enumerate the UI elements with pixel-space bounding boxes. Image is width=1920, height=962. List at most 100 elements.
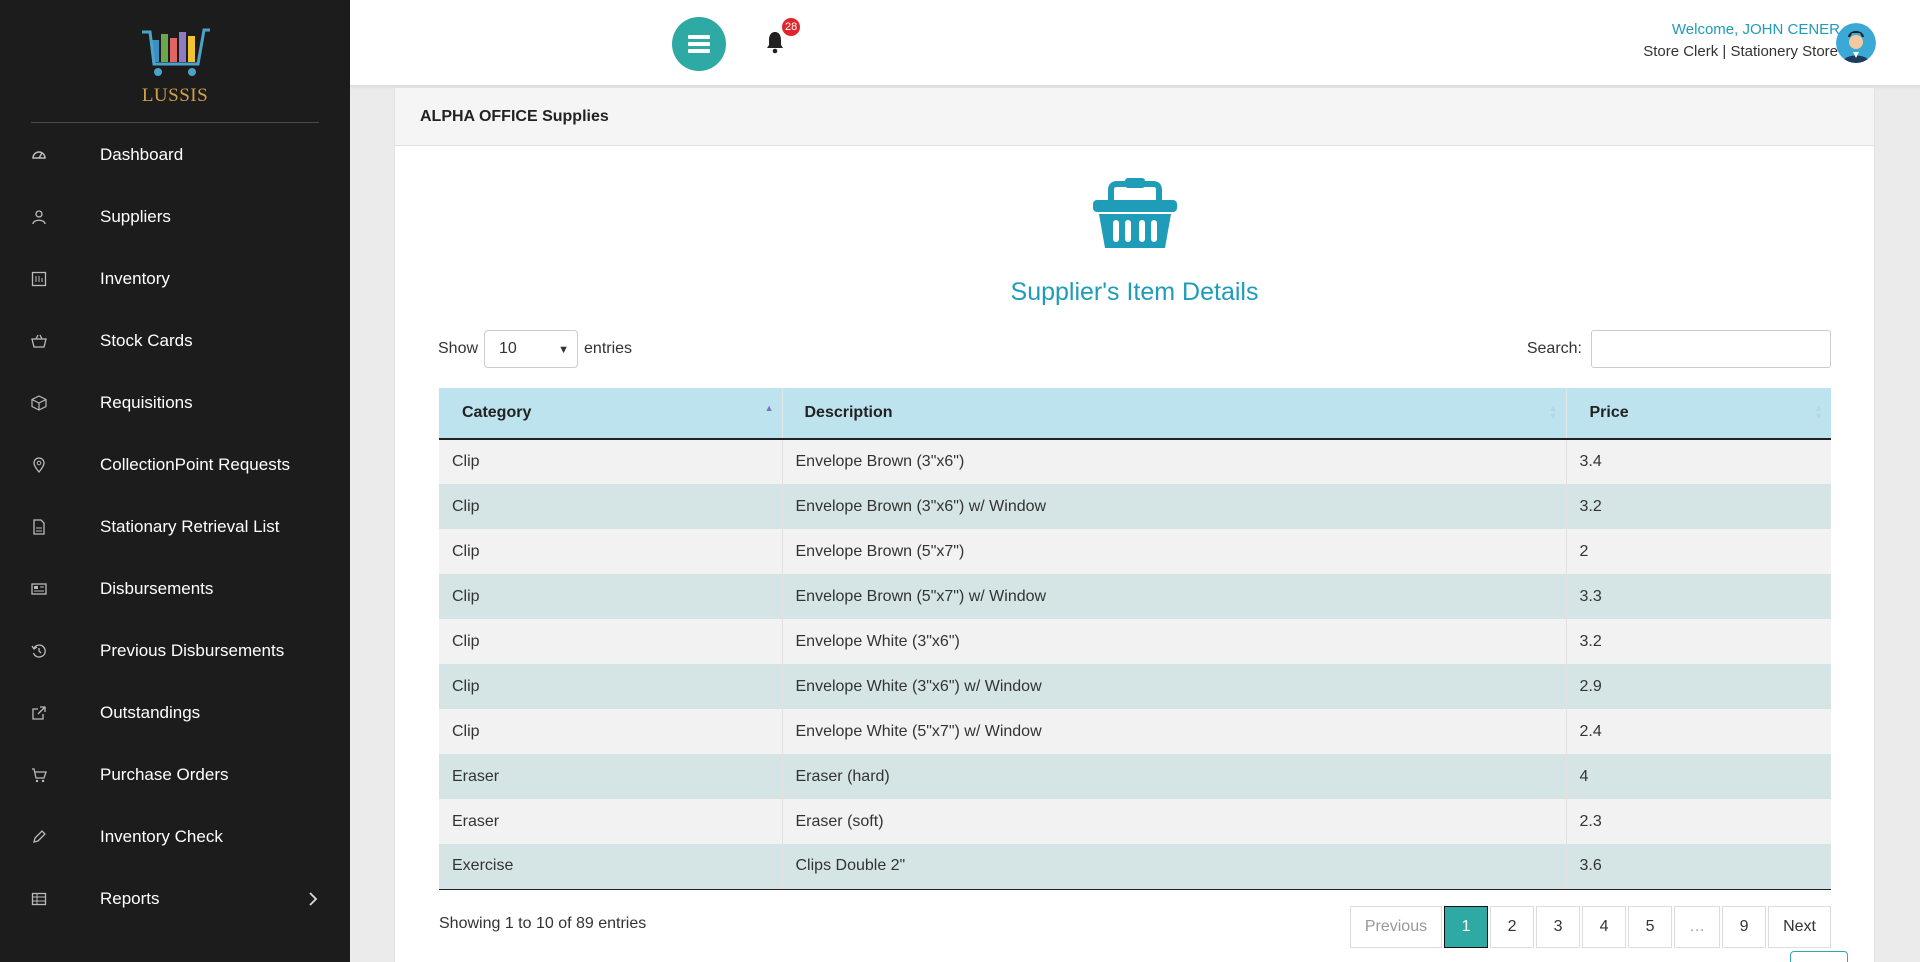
partial-action-button[interactable] [1790, 951, 1848, 962]
avatar[interactable] [1836, 23, 1876, 63]
sidebar-item-previous-disbursements[interactable]: Previous Disbursements [0, 620, 350, 682]
sidebar-item-purchase-orders[interactable]: Purchase Orders [0, 744, 350, 806]
search-input[interactable] [1591, 330, 1831, 368]
cart-icon [31, 767, 47, 783]
sidebar-item-label: Previous Disbursements [100, 641, 285, 660]
sidebar-item-suppliers[interactable]: Suppliers [0, 186, 350, 248]
logo-divider [31, 122, 319, 123]
cell-description: Envelope Brown (3"x6") w/ Window [782, 484, 1567, 529]
table-row[interactable]: Clip Envelope White (3"x6") 3.2 [439, 619, 1831, 664]
basket-icon [31, 333, 47, 349]
inventory-icon [31, 271, 47, 287]
cell-price: 2.3 [1566, 799, 1831, 844]
sidebar-item-stationary-retrieval-list[interactable]: Stationary Retrieval List [0, 496, 350, 558]
column-header-description[interactable]: Description ▲ ▼ [782, 388, 1567, 440]
sidebar-item-inventory[interactable]: Inventory [0, 248, 350, 310]
page-ellipsis: … [1674, 906, 1721, 948]
sidebar-item-requisitions[interactable]: Requisitions [0, 372, 350, 434]
sidebar-item-inventory-check[interactable]: Inventory Check [0, 806, 350, 868]
cell-category: Eraser [439, 754, 783, 799]
cell-description: Envelope White (3"x6") [782, 619, 1567, 664]
cell-category: Clip [439, 529, 783, 574]
table-row[interactable]: Clip Envelope White (5"x7") w/ Window 2.… [439, 709, 1831, 754]
sidebar-item-outstandings[interactable]: Outstandings [0, 682, 350, 744]
page-button-4[interactable]: 4 [1582, 906, 1627, 948]
column-header-label: Category [462, 404, 532, 421]
table-row[interactable]: Eraser Eraser (soft) 2.3 [439, 799, 1831, 844]
sidebar-item-dashboard[interactable]: Dashboard [0, 124, 350, 186]
table-row[interactable]: Clip Envelope Brown (3"x6") 3.4 [439, 439, 1831, 484]
table-row[interactable]: Exercise Clips Double 2" 3.6 [439, 844, 1831, 890]
sidebar-item-stock-cards[interactable]: Stock Cards [0, 310, 350, 372]
bell-icon[interactable] [764, 30, 786, 54]
cell-category: Clip [439, 484, 783, 529]
notification-badge: 28 [782, 18, 801, 36]
show-label: Show [438, 340, 479, 357]
column-header-label: Description [804, 404, 893, 421]
cell-description: Clips Double 2" [782, 844, 1567, 890]
newspaper-icon [31, 581, 47, 597]
search-control: Search: [1527, 330, 1831, 368]
table-row[interactable]: Clip Envelope Brown (5"x7") 2 [439, 529, 1831, 574]
column-header-category[interactable]: Category ▲ [439, 388, 783, 440]
sidebar-item-label: Reports [100, 889, 160, 908]
page-button-5[interactable]: 5 [1628, 906, 1673, 948]
user-role: Store Clerk | Stationery Store [1643, 43, 1838, 60]
table-info: Showing 1 to 10 of 89 entries [439, 915, 647, 932]
document-icon [31, 519, 47, 535]
cell-category: Clip [439, 664, 783, 709]
sidebar-item-label: Suppliers [100, 207, 171, 226]
panel-heading: ALPHA OFFICE Supplies [395, 88, 1874, 146]
table-header-row: Category ▲ Description ▲ ▼ Price ▲ ▼ [439, 388, 1831, 440]
cell-category: Clip [439, 439, 783, 484]
previous-page-button[interactable]: Previous [1349, 906, 1443, 948]
cell-price: 3.2 [1566, 484, 1831, 529]
sidebar-item-label: Stock Cards [100, 331, 193, 350]
sort-icon: ▲ ▼ [1548, 403, 1558, 421]
external-link-icon [31, 705, 47, 721]
map-pin-icon [31, 457, 47, 473]
welcome-text: Welcome, JOHN CENER [1671, 21, 1840, 38]
chevron-right-icon [309, 892, 318, 906]
cell-category: Clip [439, 709, 783, 754]
table-row[interactable]: Clip Envelope Brown (5"x7") w/ Window 3.… [439, 574, 1831, 619]
logo-text: LUSSIS [141, 85, 209, 106]
sidebar-item-reports[interactable]: Reports [0, 868, 350, 930]
search-label: Search: [1526, 340, 1582, 357]
table-row[interactable]: Clip Envelope Brown (3"x6") w/ Window 3.… [439, 484, 1831, 529]
sidebar-item-label: Purchase Orders [100, 765, 229, 784]
sidebar-toggle-button[interactable] [672, 17, 726, 71]
sidebar-item-label: Disbursements [100, 579, 214, 598]
logo[interactable]: LUSSIS [0, 0, 350, 123]
sidebar-item-label: Dashboard [100, 145, 184, 164]
cell-description: Envelope White (3"x6") w/ Window [782, 664, 1567, 709]
page-button-1[interactable]: 1 [1444, 906, 1489, 948]
shopping-cart-logo-icon [142, 28, 210, 76]
sidebar-item-label: CollectionPoint Requests [100, 455, 290, 474]
sidebar-item-label: Stationary Retrieval List [100, 517, 280, 536]
cell-description: Envelope Brown (5"x7") [782, 529, 1567, 574]
sidebar-item-label: Outstandings [100, 703, 201, 722]
cell-price: 3.2 [1566, 619, 1831, 664]
page-button-3[interactable]: 3 [1536, 906, 1581, 948]
caret-down-icon: ▼ [558, 344, 570, 356]
pagination: Previous 1 2 3 4 5 … 9 Next [1348, 906, 1831, 948]
table-icon [31, 891, 47, 907]
entries-length-control: Show 10 ▼ entries [438, 330, 632, 368]
sidebar-item-disbursements[interactable]: Disbursements [0, 558, 350, 620]
cell-price: 2.4 [1566, 709, 1831, 754]
cell-description: Envelope Brown (5"x7") w/ Window [782, 574, 1567, 619]
sidebar-item-collectionpoint-requests[interactable]: CollectionPoint Requests [0, 434, 350, 496]
cell-category: Clip [439, 574, 783, 619]
page-button-9[interactable]: 9 [1722, 906, 1767, 948]
page-button-2[interactable]: 2 [1490, 906, 1535, 948]
cell-price: 3.3 [1566, 574, 1831, 619]
column-header-price[interactable]: Price ▲ ▼ [1566, 388, 1831, 440]
table-row[interactable]: Clip Envelope White (3"x6") w/ Window 2.… [439, 664, 1831, 709]
sidebar-item-label: Inventory Check [100, 827, 223, 846]
supplier-items-panel: ALPHA OFFICE Supplies Supplier's Item De… [394, 87, 1875, 962]
table-row[interactable]: Eraser Eraser (hard) 4 [439, 754, 1831, 799]
entries-select[interactable]: 10 ▼ [484, 330, 579, 368]
next-page-button[interactable]: Next [1768, 906, 1831, 948]
supplier-items-table: Category ▲ Description ▲ ▼ Price ▲ ▼ Clip … [439, 388, 1831, 890]
